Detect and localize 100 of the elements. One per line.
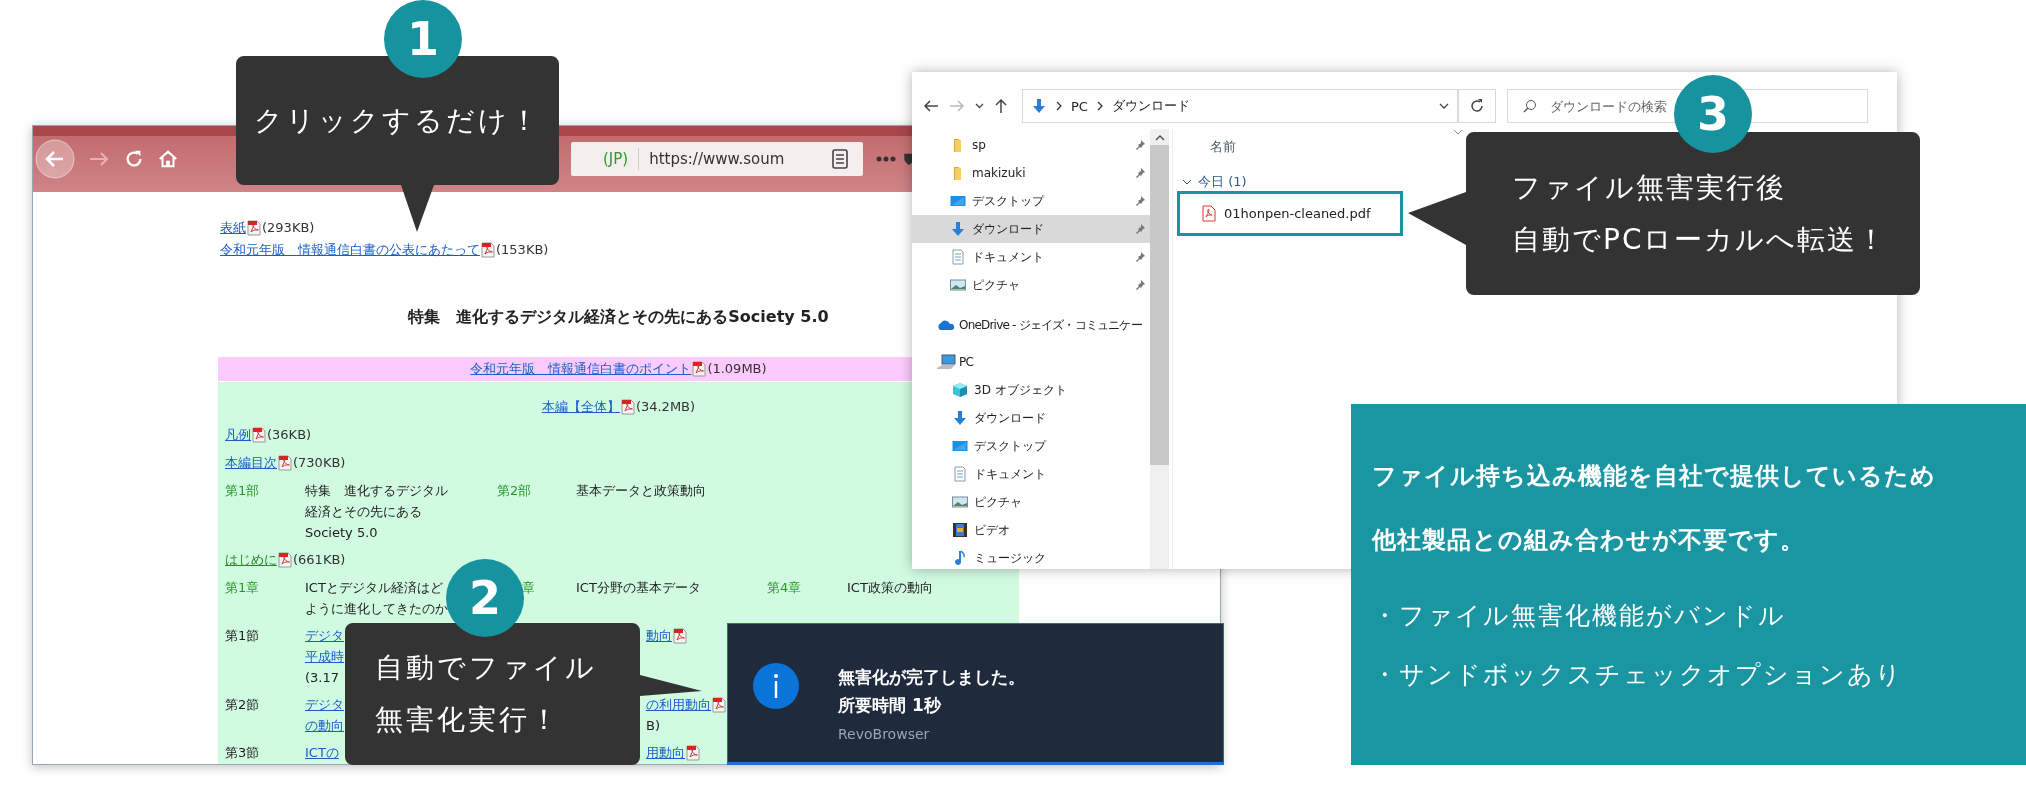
section-text: ICTとデジタル経済はど xyxy=(305,579,444,597)
pin-icon[interactable] xyxy=(1134,223,1146,235)
nav-item[interactable]: ビデオ xyxy=(912,516,1150,544)
pdf-file-icon xyxy=(247,220,261,236)
nav-label: ビデオ xyxy=(974,521,1010,539)
nav-label: PC xyxy=(959,355,973,369)
nav-label: ピクチャ xyxy=(974,493,1022,511)
reader-view-icon[interactable] xyxy=(831,149,849,169)
section-text: ICT分野の基本データ xyxy=(576,579,701,597)
nav-item[interactable]: ドキュメント xyxy=(912,460,1150,488)
nav-item[interactable]: ドキュメント xyxy=(912,243,1150,271)
notification-app: RevoBrowser xyxy=(838,725,931,744)
document-link[interactable]: 平成時 xyxy=(305,646,344,667)
download-arrow-icon xyxy=(952,410,968,426)
pdf-file-icon xyxy=(1202,205,1216,222)
nav-label: sp xyxy=(972,138,986,152)
section-label: 第2部 xyxy=(497,482,532,500)
nav-item[interactable]: ピクチャ xyxy=(912,271,1150,299)
callout-text: ファイル無害実行後 xyxy=(1512,169,1787,206)
scrollbar[interactable] xyxy=(1150,129,1169,569)
nav-item[interactable]: sp xyxy=(912,131,1150,159)
document-link[interactable]: 凡例 xyxy=(225,424,251,446)
group-header[interactable]: 今日 (1) xyxy=(1198,173,1247,191)
callout-text: 自動でPCローカルへ転送！ xyxy=(1512,221,1888,258)
column-header[interactable]: 名前 xyxy=(1173,138,1236,156)
step-number: 1 xyxy=(384,0,462,78)
file-size: (153KB) xyxy=(496,241,549,259)
document-link[interactable]: 動向 xyxy=(646,625,672,646)
nav-item[interactable]: ダウンロード xyxy=(912,215,1150,243)
refresh-button[interactable] xyxy=(1458,89,1496,123)
pin-icon[interactable] xyxy=(1134,251,1146,263)
back-icon[interactable] xyxy=(923,99,939,113)
file-size: (661KB) xyxy=(293,551,346,569)
page-heading: 特集 進化するデジタル経済とその先にあるSociety 5.0 xyxy=(408,306,829,328)
callout-text: 自動でファイル xyxy=(375,650,597,686)
nav-item[interactable]: ダウンロード xyxy=(912,404,1150,432)
address-bar[interactable]: PC ダウンロード xyxy=(1022,89,1458,123)
pdf-file-icon xyxy=(252,427,266,443)
nav-item[interactable]: デスクトップ xyxy=(912,187,1150,215)
section-label: 第1部 xyxy=(225,482,260,500)
nav-label: 3D オブジェクト xyxy=(974,381,1067,399)
nav-item[interactable]: PC xyxy=(912,348,1150,376)
monitor-icon xyxy=(952,438,968,454)
nav-label: デスクトップ xyxy=(974,437,1046,455)
document-link[interactable]: の利用動向 xyxy=(646,694,711,715)
section-text: 第1節 xyxy=(225,627,260,645)
home-icon[interactable] xyxy=(157,148,179,170)
pin-icon[interactable] xyxy=(1134,167,1146,179)
section-text: 第2節 xyxy=(225,696,260,714)
file-size: (730KB) xyxy=(293,454,346,472)
file-name: 01honpen-cleaned.pdf xyxy=(1224,206,1371,221)
nav-item[interactable]: makizuki xyxy=(912,159,1150,187)
document-link[interactable]: 表紙 xyxy=(220,217,246,239)
breadcrumb[interactable]: PC xyxy=(1071,98,1088,114)
document-link[interactable]: の動向 xyxy=(305,715,344,736)
breadcrumb[interactable]: ダウンロード xyxy=(1111,97,1190,115)
nav-label: ミュージック xyxy=(974,549,1046,567)
nav-label: ピクチャ xyxy=(972,276,1020,294)
caret-icon[interactable] xyxy=(975,103,984,109)
pin-icon[interactable] xyxy=(1134,279,1146,291)
section-label: 第1章 xyxy=(225,579,260,597)
nav-item[interactable]: ミュージック xyxy=(912,544,1150,569)
nav-label: OneDrive - ジェイズ・コミュニケー xyxy=(959,316,1142,334)
file-size: (34.2MB) xyxy=(635,398,696,416)
pdf-file-icon xyxy=(481,242,495,258)
more-icon[interactable] xyxy=(875,155,897,163)
nav-item[interactable]: OneDrive - ジェイズ・コミュニケー xyxy=(912,311,1150,339)
document-link[interactable]: はじめに xyxy=(225,549,277,571)
scroll-thumb[interactable] xyxy=(1150,145,1169,465)
document-link[interactable]: 用動向 xyxy=(646,742,685,763)
document-link[interactable]: デジタ xyxy=(305,625,344,646)
file-item[interactable]: 01honpen-cleaned.pdf xyxy=(1177,191,1403,236)
scroll-up-icon[interactable] xyxy=(1154,135,1165,141)
section-text: B) xyxy=(646,717,661,735)
computer-icon xyxy=(936,354,956,370)
document-link[interactable]: 令和元年版 情報通信白書のポイント xyxy=(470,358,692,380)
collapse-caret-icon[interactable] xyxy=(1182,179,1192,185)
pdf-file-icon xyxy=(278,552,292,568)
nav-item[interactable]: ピクチャ xyxy=(912,488,1150,516)
document-link[interactable]: デジタ xyxy=(305,694,344,715)
panel-bullet: ・ファイル無害化機能がバンドル xyxy=(1372,600,1787,632)
nav-item[interactable]: 3D オブジェクト xyxy=(912,376,1150,404)
panel-bullet: ・サンドボックスチェックオプションあり xyxy=(1372,659,1904,691)
pdf-file-icon xyxy=(692,361,707,377)
document-link[interactable]: 本編目次 xyxy=(225,452,277,474)
pin-icon[interactable] xyxy=(1134,139,1146,151)
file-size: (36KB) xyxy=(267,426,312,444)
address-bar[interactable]: (JP) https://www.soum xyxy=(571,142,863,176)
nav-item[interactable]: デスクトップ xyxy=(912,432,1150,460)
up-arrow-icon[interactable] xyxy=(994,98,1008,114)
refresh-icon[interactable] xyxy=(1469,98,1485,114)
document-link[interactable]: 本編【全体】 xyxy=(541,396,620,418)
monitor-icon xyxy=(950,193,966,209)
document-link[interactable]: ICTの xyxy=(305,742,339,763)
section-text: ように進化してきたのか xyxy=(305,600,448,618)
download-arrow-icon xyxy=(1031,98,1047,114)
pin-icon[interactable] xyxy=(1134,195,1146,207)
document-link[interactable]: 令和元年版 情報通信白書の公表にあたって xyxy=(220,239,480,261)
sort-caret-icon[interactable] xyxy=(1453,129,1463,135)
dropdown-caret-icon[interactable] xyxy=(1439,103,1449,109)
